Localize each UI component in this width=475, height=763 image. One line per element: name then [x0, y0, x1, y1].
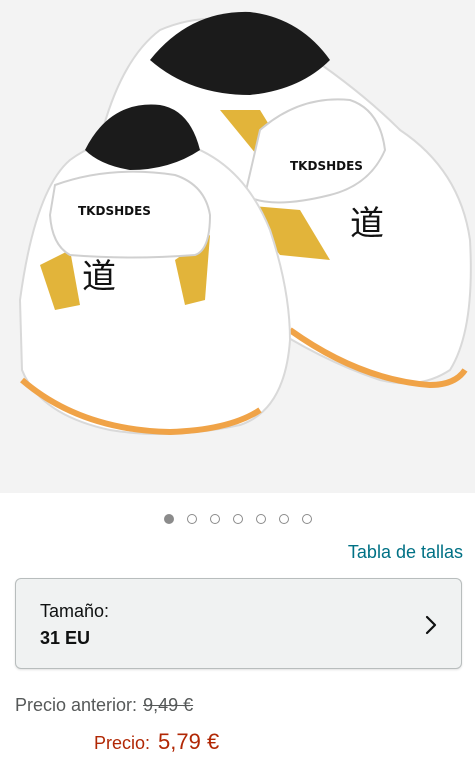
- carousel-dot[interactable]: [163, 514, 174, 524]
- carousel-dot[interactable]: [278, 514, 289, 524]
- front-emblem: 道: [82, 257, 116, 297]
- shoe-illustration: TKDSHDES 道 TKDSHDES 道: [18, 11, 472, 436]
- previous-price-label: Precio anterior:: [15, 695, 138, 715]
- previous-price-row: Precio anterior: 9,49 €: [15, 695, 193, 716]
- back-brand-text: TKDSHDES: [290, 159, 363, 173]
- current-price-label: Precio:: [94, 733, 151, 753]
- carousel-dot[interactable]: [186, 514, 197, 524]
- size-label: Tamaño:: [40, 601, 110, 621]
- current-price-row: Precio: 5,79 €: [94, 729, 219, 755]
- size-value: 31 EU: [40, 628, 91, 648]
- carousel-dots: [0, 514, 475, 528]
- current-price-value: 5,79 €: [158, 729, 220, 754]
- front-brand-text: TKDSHDES: [78, 204, 151, 218]
- product-image[interactable]: TKDSHDES 道 TKDSHDES 道: [0, 0, 475, 493]
- size-selector-button[interactable]: Tamaño: 31 EU: [15, 578, 462, 669]
- size-chart-link[interactable]: Tabla de tallas: [348, 542, 463, 563]
- carousel-dot[interactable]: [301, 514, 312, 524]
- carousel-dot[interactable]: [232, 514, 243, 524]
- previous-price-value: 9,49 €: [143, 695, 194, 715]
- carousel-dot[interactable]: [209, 514, 220, 524]
- chevron-right-icon: [425, 615, 437, 635]
- carousel-dot[interactable]: [255, 514, 266, 524]
- back-emblem: 道: [350, 204, 384, 244]
